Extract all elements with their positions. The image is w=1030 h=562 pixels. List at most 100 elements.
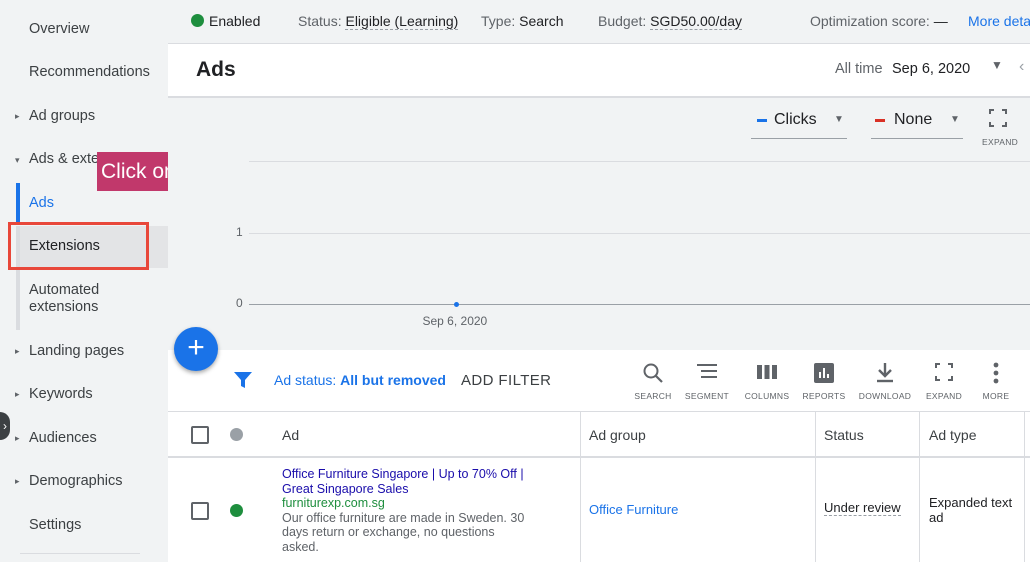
column-divider bbox=[919, 412, 920, 562]
sidebar-item-ads-extensions[interactable]: Ads & exte bbox=[29, 151, 99, 167]
x-tick-label: Sep 6, 2020 bbox=[422, 314, 488, 328]
more-details-link[interactable]: More deta bbox=[968, 13, 1030, 29]
add-filter-button[interactable]: ADD FILTER bbox=[461, 372, 551, 389]
ad-headline-2[interactable]: Great Singapore Sales bbox=[282, 482, 572, 497]
metric2-dropdown-icon[interactable]: ▼ bbox=[950, 114, 960, 125]
caret-right-icon[interactable]: ▸ bbox=[15, 111, 20, 122]
column-header-ad[interactable]: Ad bbox=[282, 427, 299, 443]
ad-status-filter[interactable]: Ad status: All but removed bbox=[274, 372, 446, 388]
y-tick-label: 1 bbox=[236, 225, 243, 239]
filter-value: All but removed bbox=[340, 372, 446, 388]
sidebar-item-ad-groups[interactable]: Ad groups bbox=[29, 108, 95, 124]
x-axis bbox=[249, 304, 1030, 305]
ad-type-line-2: ad bbox=[929, 510, 944, 525]
extensions-highlight-box bbox=[8, 222, 149, 270]
filter-label: Ad status: bbox=[274, 372, 337, 388]
chart-expand-label: EXPAND bbox=[982, 137, 1019, 147]
status-label: Status: bbox=[298, 13, 342, 29]
filter-icon[interactable] bbox=[233, 370, 253, 390]
reports-icon bbox=[794, 362, 854, 388]
optimization-label: Optimization score: bbox=[810, 13, 930, 29]
date-range-label: All time bbox=[835, 61, 883, 77]
columns-tool[interactable]: COLUMNS bbox=[737, 362, 797, 401]
sidebar-item-ads[interactable]: Ads bbox=[29, 195, 54, 211]
budget-label: Budget: bbox=[598, 13, 647, 29]
enabled-status-dot-icon bbox=[191, 14, 204, 27]
search-tool[interactable]: SEARCH bbox=[623, 362, 683, 401]
select-all-checkbox[interactable] bbox=[191, 426, 209, 444]
reports-label: REPORTS bbox=[802, 391, 846, 401]
columns-icon bbox=[737, 362, 797, 388]
enabled-dot-icon[interactable] bbox=[230, 504, 243, 517]
metric2-label[interactable]: None bbox=[894, 111, 932, 129]
search-icon bbox=[623, 362, 683, 388]
table-header-border bbox=[168, 456, 1030, 458]
sidebar-item-audiences[interactable]: Audiences bbox=[29, 430, 97, 446]
status-column-dot-icon bbox=[230, 428, 243, 441]
column-header-status[interactable]: Status bbox=[824, 427, 864, 443]
metric1-swatch bbox=[757, 119, 767, 122]
row-checkbox[interactable] bbox=[191, 502, 209, 520]
metric2-underline bbox=[871, 138, 963, 139]
status-value[interactable]: Eligible (Learning) bbox=[345, 13, 459, 30]
metric1-label[interactable]: Clicks bbox=[774, 111, 817, 129]
page-title: Ads bbox=[196, 58, 236, 81]
column-header-ad-group[interactable]: Ad group bbox=[589, 427, 646, 443]
ad-type-value: Expanded text ad bbox=[929, 495, 1012, 525]
ad-headline-1[interactable]: Office Furniture Singapore | Up to 70% O… bbox=[282, 467, 572, 482]
expand-icon bbox=[914, 362, 974, 388]
ad-group-link[interactable]: Office Furniture bbox=[589, 502, 678, 517]
ad-description-1: Our office furniture are made in Sweden.… bbox=[282, 510, 525, 525]
gridline-top bbox=[249, 161, 1030, 162]
segment-tool[interactable]: SEGMENT bbox=[677, 362, 737, 401]
metric1-underline bbox=[751, 138, 847, 139]
download-icon bbox=[855, 362, 915, 388]
date-range-value[interactable]: Sep 6, 2020 bbox=[892, 61, 970, 77]
more-tool[interactable]: MORE bbox=[966, 362, 1026, 401]
column-divider bbox=[815, 412, 816, 562]
chevron-left-icon[interactable]: ‹ bbox=[1019, 58, 1024, 76]
sidebar-item-automated-extensions[interactable]: Automated extensions bbox=[29, 282, 139, 316]
segment-icon bbox=[677, 362, 737, 388]
download-tool[interactable]: DOWNLOAD bbox=[855, 362, 915, 401]
column-divider bbox=[1024, 412, 1025, 562]
optimization-value: — bbox=[933, 13, 948, 29]
sidebar-item-recommendations[interactable]: Recommendations bbox=[29, 64, 150, 80]
sidebar-item-demographics[interactable]: Demographics bbox=[29, 473, 123, 489]
ad-description-2: days return or exchange, no questions bbox=[282, 525, 495, 539]
sidebar-item-settings[interactable]: Settings bbox=[29, 517, 81, 533]
caret-right-icon[interactable]: ▸ bbox=[15, 346, 20, 357]
caret-right-icon[interactable]: ▸ bbox=[15, 389, 20, 400]
ad-type-line-1: Expanded text bbox=[929, 495, 1013, 510]
type-value: Search bbox=[519, 13, 564, 29]
active-indicator bbox=[16, 183, 20, 223]
caret-right-icon[interactable]: ▸ bbox=[15, 433, 20, 444]
caret-down-icon[interactable]: ▾ bbox=[15, 155, 20, 166]
optimization-score: Optimization score: — bbox=[810, 13, 948, 29]
y-tick-label: 0 bbox=[236, 296, 243, 310]
campaign-budget[interactable]: Budget: SGD50.00/day bbox=[598, 13, 742, 30]
ad-status-value[interactable]: Under review bbox=[824, 500, 901, 516]
ad-display-url: furniturexp.com.sg bbox=[282, 496, 385, 510]
campaign-status[interactable]: Status: Eligible (Learning) bbox=[298, 13, 459, 30]
date-range-dropdown-icon[interactable]: ▼ bbox=[991, 58, 1003, 72]
sidebar-item-overview[interactable]: Overview bbox=[29, 21, 89, 37]
enabled-status[interactable]: Enabled bbox=[209, 13, 260, 29]
sidebar-item-landing-pages[interactable]: Landing pages bbox=[29, 343, 124, 359]
add-ad-button[interactable]: + bbox=[174, 327, 218, 371]
metric1-dropdown-icon[interactable]: ▼ bbox=[834, 114, 844, 125]
column-divider bbox=[580, 412, 581, 562]
column-header-ad-type[interactable]: Ad type bbox=[929, 427, 976, 443]
ad-description-3: asked. bbox=[282, 539, 319, 554]
table-top-border bbox=[168, 411, 1030, 412]
reports-tool[interactable]: REPORTS bbox=[794, 362, 854, 401]
type-label: Type: bbox=[481, 13, 516, 29]
caret-right-icon[interactable]: ▸ bbox=[15, 476, 20, 487]
data-point[interactable] bbox=[454, 301, 459, 307]
campaign-type: Type: Search bbox=[481, 13, 564, 29]
ad-preview: Office Furniture Singapore | Up to 70% O… bbox=[282, 467, 572, 554]
budget-value[interactable]: SGD50.00/day bbox=[650, 13, 742, 30]
chart-expand-icon[interactable] bbox=[987, 108, 1009, 128]
expand-tool[interactable]: EXPAND bbox=[914, 362, 974, 401]
sidebar-item-keywords[interactable]: Keywords bbox=[29, 386, 93, 402]
